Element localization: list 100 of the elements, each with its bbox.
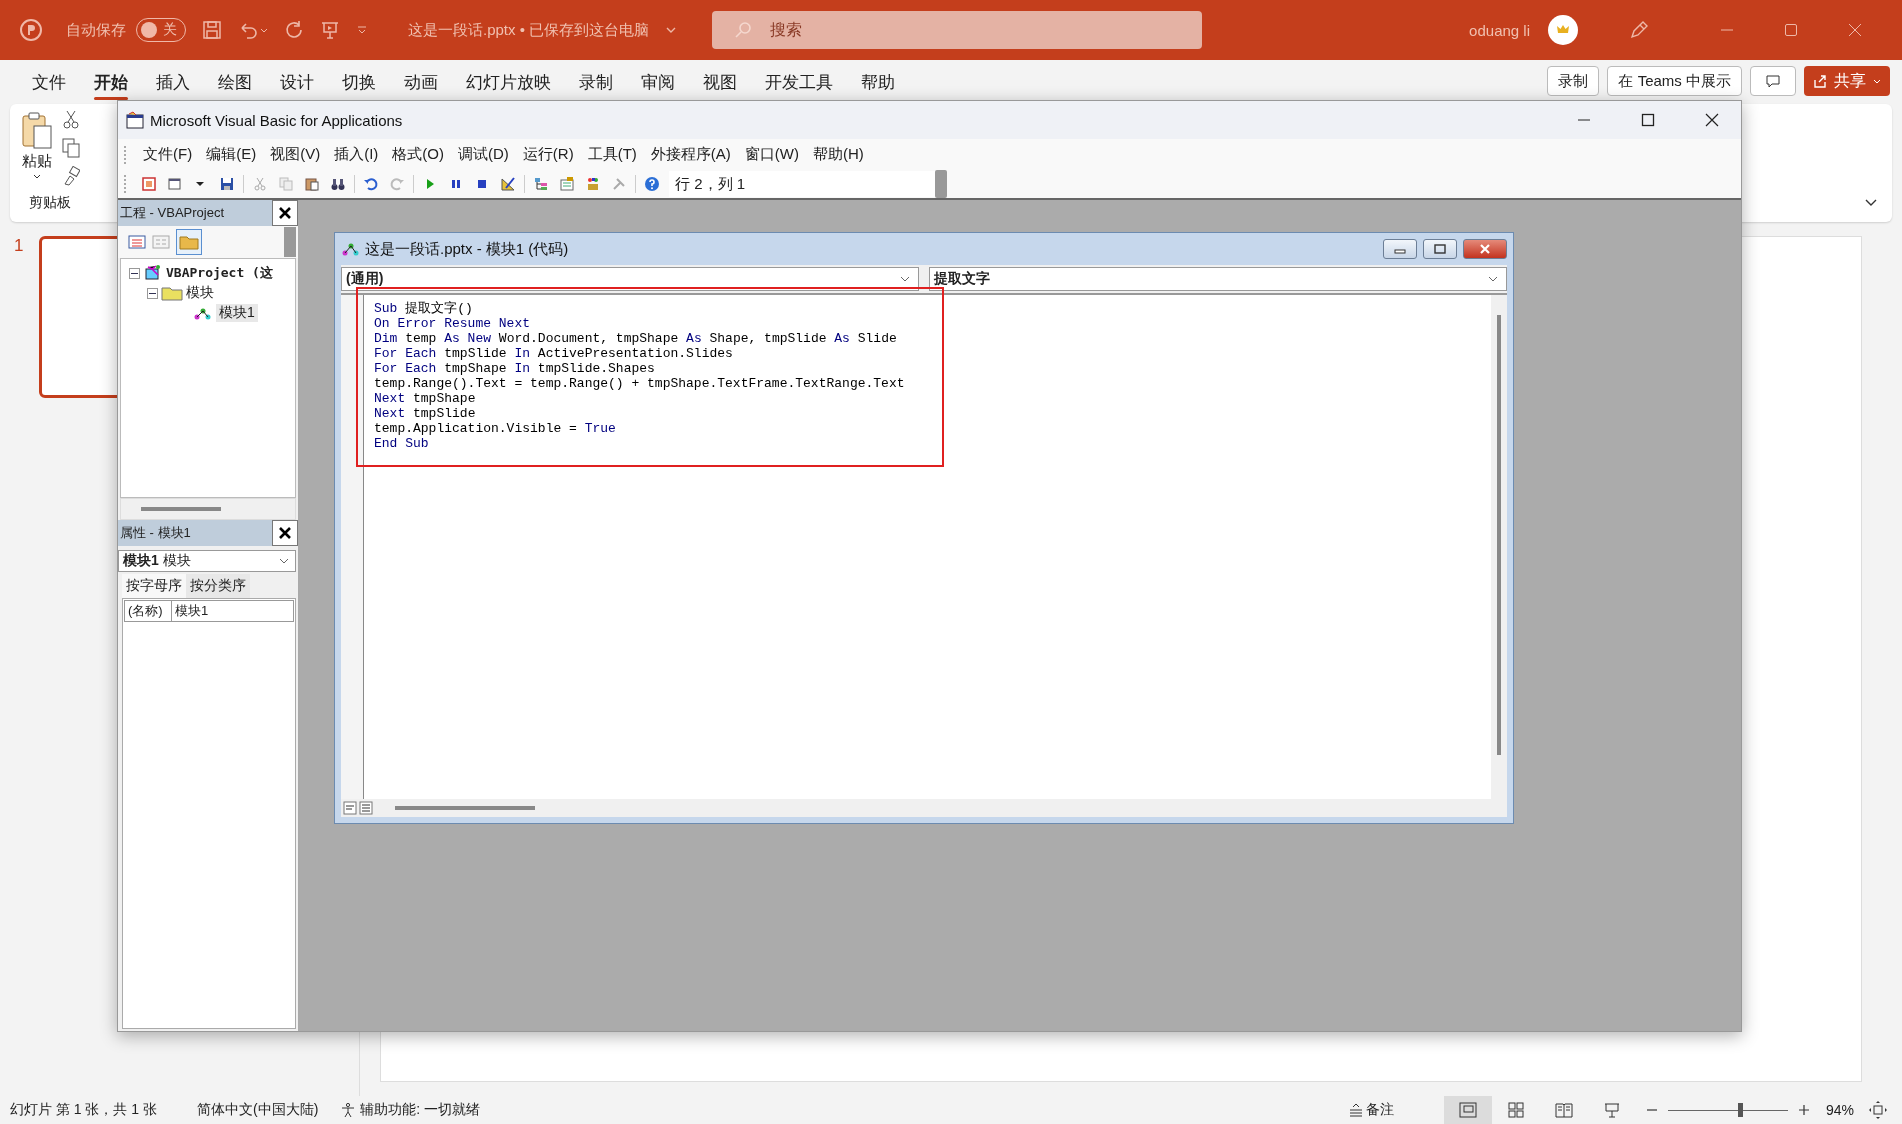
- menu-item[interactable]: 运行(R): [515, 142, 581, 167]
- search-icon: [734, 21, 753, 39]
- code-line: On Error Resume Next: [374, 316, 532, 331]
- fit-to-window-icon[interactable]: [1868, 1100, 1888, 1120]
- cut-icon[interactable]: [62, 110, 80, 130]
- minimize-button[interactable]: [1383, 239, 1417, 259]
- menu-item[interactable]: 视图(V): [263, 142, 328, 167]
- ribbon-tab[interactable]: 设计: [268, 65, 326, 102]
- normal-view-button[interactable]: [1443, 1096, 1492, 1124]
- notes-button[interactable]: 备注: [1347, 1101, 1394, 1119]
- tree-item[interactable]: 模块1: [216, 304, 258, 322]
- ribbon-button[interactable]: 在 Teams 中展示: [1607, 66, 1742, 96]
- chevron-down-icon[interactable]: [1864, 198, 1878, 208]
- language-label[interactable]: 简体中文(中国大陆): [197, 1101, 319, 1119]
- notes-icon: [1347, 1102, 1364, 1118]
- scrollbar-thumb[interactable]: [141, 507, 221, 511]
- ribbon-tab[interactable]: 文件: [20, 65, 78, 102]
- properties-icon[interactable]: [559, 176, 575, 192]
- close-button[interactable]: [272, 200, 298, 226]
- maximize-icon[interactable]: [1641, 113, 1655, 127]
- menu-item[interactable]: 调试(D): [451, 142, 516, 167]
- grid-icon: [1506, 1102, 1525, 1118]
- menu-item[interactable]: 外接程序(A): [643, 142, 738, 167]
- paintbrush-icon[interactable]: [62, 166, 80, 186]
- toggle-folders-button[interactable]: [176, 229, 202, 255]
- restore-button[interactable]: [1423, 239, 1457, 259]
- menu-item[interactable]: 窗口(W): [737, 142, 806, 167]
- objects-icon[interactable]: [585, 176, 601, 192]
- zoom-in-icon[interactable]: [1797, 1104, 1810, 1116]
- copy-icon[interactable]: [62, 138, 80, 158]
- menu-item[interactable]: 插入(I): [327, 142, 386, 167]
- customize-caret-icon[interactable]: [356, 24, 368, 36]
- pen-icon[interactable]: [1628, 19, 1650, 41]
- comments-button[interactable]: [1750, 66, 1796, 96]
- ribbon-tab[interactable]: 开发工具: [753, 65, 845, 102]
- share-button[interactable]: 共享: [1804, 66, 1890, 96]
- ribbon-tab[interactable]: 审阅: [629, 65, 687, 102]
- window-title: Microsoft Visual Basic for Applications: [150, 111, 403, 129]
- menu-item[interactable]: 文件(F): [136, 142, 200, 167]
- ribbon-tab[interactable]: 录制: [567, 65, 625, 102]
- ribbon-tab[interactable]: 开始: [82, 65, 140, 102]
- tree-toggle[interactable]: [129, 267, 140, 279]
- redo-icon[interactable]: [389, 176, 405, 192]
- ribbon-tab[interactable]: 幻灯片放映: [454, 65, 563, 102]
- code-line: Next tmpShape: [374, 391, 477, 406]
- tree-toggle[interactable]: [147, 287, 158, 299]
- menu-item[interactable]: 格式(O): [385, 142, 451, 167]
- object-dropdown[interactable]: 模块1 模块: [118, 550, 296, 572]
- code-line: Next tmpSlide: [374, 406, 477, 421]
- tree-item[interactable]: 模块: [186, 284, 214, 302]
- ribbon-tab[interactable]: 动画: [392, 65, 450, 102]
- search-field[interactable]: 搜索: [712, 11, 1203, 49]
- ribbon-tab[interactable]: 插入: [144, 65, 202, 102]
- tools-icon[interactable]: [611, 176, 627, 192]
- menu-item[interactable]: 编辑(E): [199, 142, 264, 167]
- help-icon[interactable]: [644, 176, 660, 192]
- redo-icon[interactable]: [284, 20, 304, 40]
- application-icon: [126, 111, 144, 129]
- scrollbar-thumb[interactable]: [395, 806, 535, 810]
- object-dropdown[interactable]: (通用): [341, 267, 919, 291]
- undo-icon[interactable]: [238, 20, 268, 40]
- scrollbar-thumb[interactable]: [1497, 315, 1501, 755]
- menu-item[interactable]: 帮助(H): [805, 142, 871, 167]
- procedure-view-icon[interactable]: [343, 801, 357, 815]
- tree-icon[interactable]: [533, 176, 549, 192]
- save-icon[interactable]: [219, 176, 235, 192]
- close-button[interactable]: [272, 520, 298, 546]
- ribbon-tab[interactable]: 切换: [330, 65, 388, 102]
- property-value[interactable]: 模块1: [172, 601, 212, 621]
- procedure-dropdown[interactable]: 提取文字: [929, 267, 1507, 291]
- paste-icon[interactable]: [304, 176, 320, 192]
- presentation-icon: [1602, 1102, 1621, 1118]
- pane-title: 工程 - VBAProject: [120, 204, 225, 222]
- avatar-icon[interactable]: [1548, 15, 1578, 45]
- ribbon-tab[interactable]: 绘图: [206, 65, 264, 102]
- zoom-level[interactable]: 94%: [1825, 1102, 1854, 1118]
- full-module-view-icon[interactable]: [359, 801, 373, 815]
- properties-tab[interactable]: 按分类序: [186, 574, 250, 598]
- binoculars-icon[interactable]: [330, 176, 346, 192]
- accessibility-status[interactable]: 辅助功能: 一切就绪: [360, 1101, 481, 1119]
- ribbon-tab[interactable]: 视图: [691, 65, 749, 102]
- form-icon[interactable]: [141, 176, 157, 192]
- code-line: temp.Application.Visible = True: [374, 421, 617, 436]
- menu-item[interactable]: 工具(T): [580, 142, 644, 167]
- code-line: End Sub: [374, 436, 430, 451]
- presentation-logo-icon[interactable]: [20, 19, 42, 41]
- close-icon[interactable]: [1705, 113, 1719, 127]
- view-code-icon[interactable]: [128, 234, 146, 250]
- paste-button[interactable]: 粘贴: [20, 110, 54, 186]
- window-icon[interactable]: [167, 176, 183, 192]
- ruler-pencil-icon[interactable]: [500, 176, 516, 192]
- ribbon-tab[interactable]: 帮助: [849, 65, 907, 102]
- caret-icon: [32, 173, 42, 181]
- folder-icon: [179, 234, 199, 250]
- presentation-icon[interactable]: [320, 20, 340, 40]
- ribbon-button[interactable]: 录制: [1547, 66, 1600, 96]
- properties-tab[interactable]: 按字母序: [122, 574, 186, 598]
- code-line: For Each tmpSlide In ActivePresentation.Slides: [374, 346, 734, 361]
- tree-item[interactable]: VBAProject (这: [166, 264, 273, 282]
- undo-icon[interactable]: [363, 176, 379, 192]
